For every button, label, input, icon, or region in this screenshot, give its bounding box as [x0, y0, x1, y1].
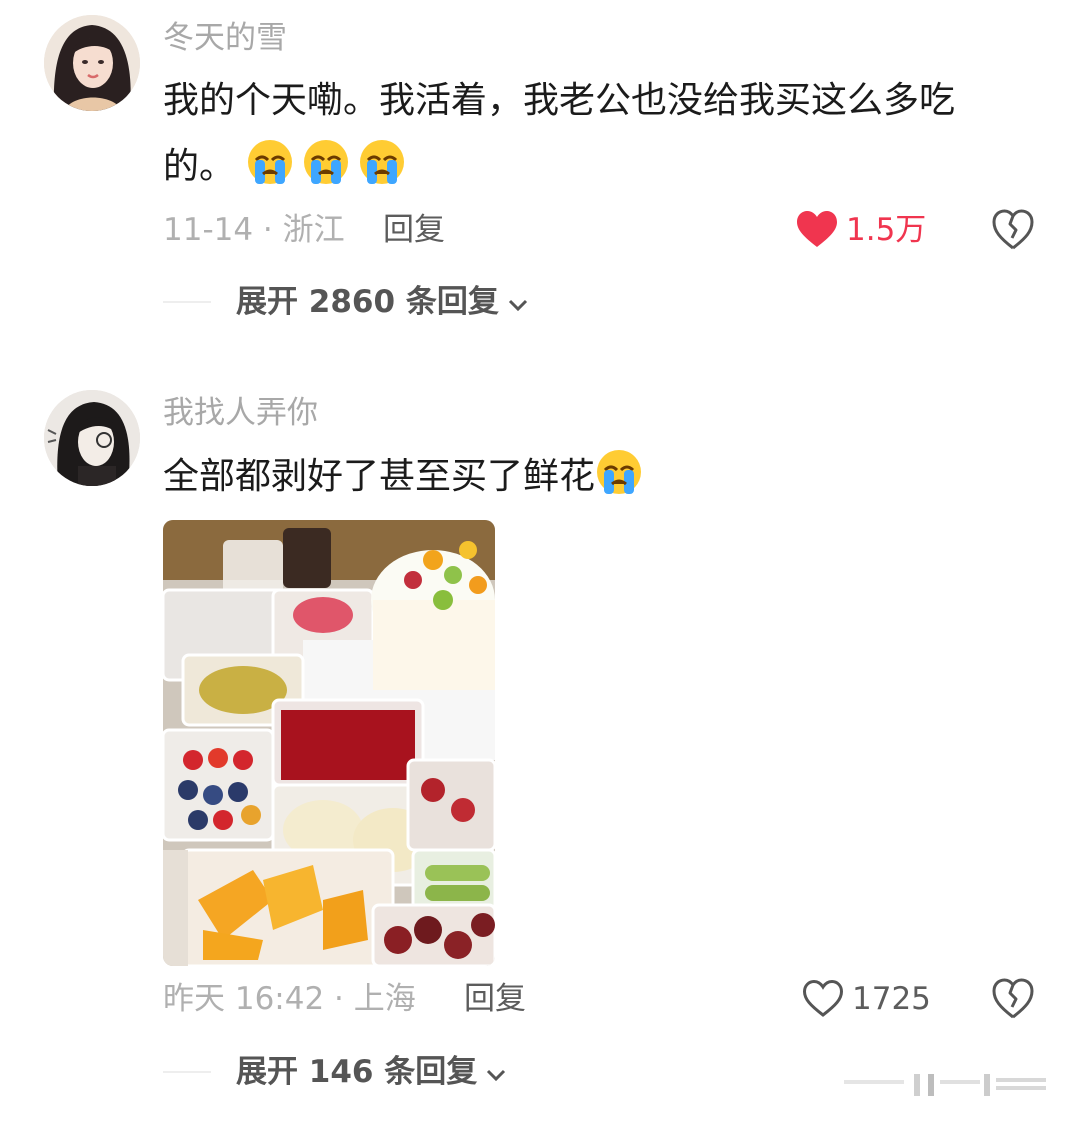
heart-outline-icon — [802, 979, 844, 1019]
fruit-platter-image — [163, 520, 495, 966]
broken-heart-icon — [992, 978, 1034, 1019]
comment-text-body: 全部都剥好了甚至买了鲜花 — [163, 456, 596, 497]
expand-replies-button[interactable]: 展开 146 条回复 — [236, 1052, 507, 1092]
divider — [163, 1071, 211, 1073]
watermark-icon — [844, 1070, 1054, 1100]
like-count: 1725 — [852, 981, 931, 1017]
like-button[interactable]: 1725 — [802, 979, 931, 1019]
comment-photo[interactable] — [163, 520, 495, 966]
comment-2: 我找人弄你 全部都剥好了甚至买了鲜花 昨天 16:42 · 上海 回复 1725… — [0, 0, 1080, 1122]
dislike-button[interactable] — [991, 977, 1035, 1021]
reply-button[interactable]: 回复 — [464, 979, 526, 1019]
username[interactable]: 我找人弄你 — [163, 393, 318, 433]
comment-meta: 昨天 16:42 · 上海 — [163, 981, 416, 1017]
chevron-down-icon — [485, 1052, 507, 1092]
comment-text: 全部都剥好了甚至买了鲜花 — [163, 444, 1043, 510]
avatar[interactable] — [44, 390, 140, 486]
expand-replies-label: 展开 146 条回复 — [236, 1054, 478, 1090]
crying-face-icon — [595, 448, 643, 496]
